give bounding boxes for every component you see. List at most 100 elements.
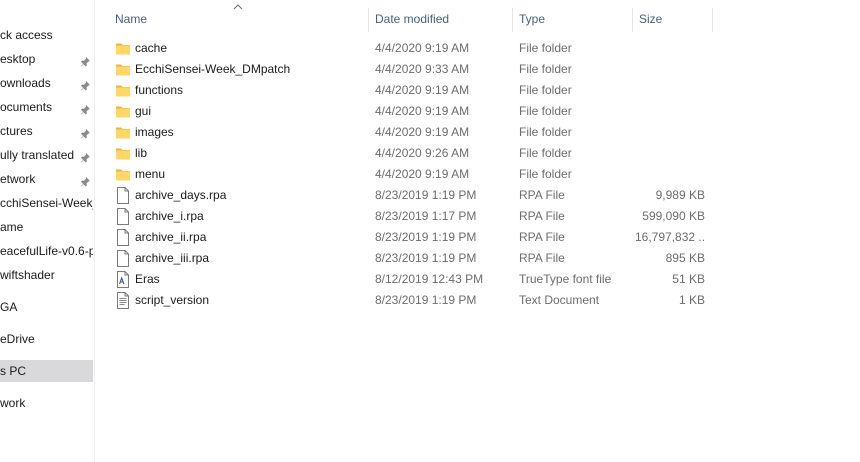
file-row[interactable]: gui 4/4/2020 9:19 AM File folder	[108, 101, 712, 122]
file-type: TrueType font file	[519, 272, 612, 286]
file-name: cache	[135, 41, 168, 55]
file-row[interactable]: lib 4/4/2020 9:26 AM File folder	[108, 143, 712, 164]
nav-item-label: s PC	[0, 364, 27, 378]
nav-item[interactable]: ownloads	[0, 72, 93, 94]
nav-item-label: ully translated	[0, 148, 75, 162]
file-date-modified: 8/23/2019 1:19 PM	[375, 230, 477, 244]
pin-icon	[80, 173, 91, 187]
file-row[interactable]: archive_iii.rpa 8/23/2019 1:19 PM RPA File…	[108, 248, 712, 269]
column-header-name[interactable]: Name	[115, 8, 147, 32]
nav-item-label: esktop	[0, 52, 36, 66]
file-name: script_version	[135, 293, 210, 307]
nav-item[interactable]: GA	[0, 296, 93, 318]
font-file-icon	[115, 271, 131, 288]
nav-item-label: ocuments	[0, 100, 53, 114]
file-name: archive_i.rpa	[135, 209, 204, 223]
nav-item[interactable]: ctures	[0, 120, 93, 142]
file-type: RPA File	[519, 209, 565, 223]
nav-item-label: GA	[0, 300, 18, 314]
pin-icon	[80, 101, 91, 115]
nav-item[interactable]: ully translated	[0, 144, 93, 166]
nav-item-label: etwork	[0, 172, 36, 186]
column-header-size[interactable]: Size	[639, 8, 662, 32]
nav-item[interactable]: eDrive	[0, 328, 93, 350]
file-name: functions	[135, 83, 184, 97]
column-divider[interactable]	[368, 8, 369, 32]
file-date-modified: 4/4/2020 9:33 AM	[375, 62, 470, 76]
nav-item[interactable]: ocuments	[0, 96, 93, 118]
column-divider[interactable]	[712, 8, 713, 32]
file-row[interactable]: cache 4/4/2020 9:19 AM File folder	[108, 38, 712, 59]
file-date-modified: 8/23/2019 1:19 PM	[375, 251, 477, 265]
nav-item-label: ctures	[0, 124, 33, 138]
column-header-type[interactable]: Type	[519, 8, 545, 32]
nav-item[interactable]: esktop	[0, 48, 93, 70]
file-date-modified: 8/12/2019 12:43 PM	[375, 272, 484, 286]
folder-icon	[115, 103, 131, 120]
file-row[interactable]: script_version 8/23/2019 1:19 PM Text Docu…	[108, 290, 712, 311]
file-name: images	[135, 125, 174, 139]
file-row[interactable]: functions 4/4/2020 9:19 AM File folder	[108, 80, 712, 101]
file-date-modified: 4/4/2020 9:19 AM	[375, 125, 470, 139]
folder-icon	[115, 40, 131, 57]
file-icon	[115, 229, 131, 246]
file-row[interactable]: archive_days.rpa 8/23/2019 1:19 PM RPA Fil…	[108, 185, 712, 206]
file-icon	[115, 187, 131, 204]
file-name: archive_days.rpa	[135, 188, 227, 202]
file-row[interactable]: menu 4/4/2020 9:19 AM File folder	[108, 164, 712, 185]
file-size: 51 KB	[672, 272, 705, 286]
nav-item-label: cchiSensei-Week_1	[0, 196, 93, 210]
file-size: 16,797,832 ...	[635, 230, 705, 244]
nav-item[interactable]: eacefulLife-v0.6-p	[0, 240, 93, 262]
nav-item[interactable]: s PC	[0, 360, 93, 382]
file-date-modified: 4/4/2020 9:19 AM	[375, 104, 470, 118]
column-divider[interactable]	[632, 8, 633, 32]
nav-item-label: eDrive	[0, 332, 35, 346]
file-name: EcchiSensei-Week_DMpatch	[135, 62, 291, 76]
file-size: 9,989 KB	[655, 188, 705, 202]
file-type: Text Document	[519, 293, 600, 307]
file-date-modified: 8/23/2019 1:19 PM	[375, 188, 477, 202]
file-type: File folder	[519, 83, 572, 97]
file-icon	[115, 208, 131, 225]
file-date-modified: 4/4/2020 9:19 AM	[375, 83, 470, 97]
nav-item[interactable]: etwork	[0, 168, 93, 190]
file-date-modified: 8/23/2019 1:19 PM	[375, 293, 477, 307]
file-row[interactable]: Eras 8/12/2019 12:43 PM TrueType font file…	[108, 269, 712, 290]
file-date-modified: 4/4/2020 9:19 AM	[375, 167, 470, 181]
pin-icon	[80, 77, 91, 91]
file-date-modified: 4/4/2020 9:19 AM	[375, 41, 470, 55]
nav-item-label: eacefulLife-v0.6-p	[0, 244, 93, 258]
file-row[interactable]: EcchiSensei-Week_DMpatch 4/4/2020 9:33 AM…	[108, 59, 712, 80]
file-size: 895 KB	[665, 251, 705, 265]
file-row[interactable]: archive_i.rpa 8/23/2019 1:17 PM RPA File 59…	[108, 206, 712, 227]
nav-item-label: ame	[0, 220, 24, 234]
nav-item-label: ck access	[0, 28, 53, 42]
file-row[interactable]: images 4/4/2020 9:19 AM File folder	[108, 122, 712, 143]
nav-item[interactable]: ame	[0, 216, 93, 238]
file-name: archive_iii.rpa	[135, 251, 210, 265]
file-icon	[115, 250, 131, 267]
folder-icon	[115, 145, 131, 162]
file-explorer: ck access esktop ownloads ocuments ctures ull…	[0, 0, 860, 462]
file-type: RPA File	[519, 230, 565, 244]
file-name: menu	[135, 167, 166, 181]
nav-item-label: work	[0, 396, 26, 410]
nav-item[interactable]: wiftshader	[0, 264, 93, 286]
nav-item[interactable]: work	[0, 392, 93, 414]
pin-icon	[80, 125, 91, 139]
column-header-date-modified[interactable]: Date modified	[375, 8, 449, 32]
file-name: Eras	[135, 272, 160, 286]
folder-icon	[115, 124, 131, 141]
file-type: File folder	[519, 62, 572, 76]
file-type: File folder	[519, 104, 572, 118]
nav-item[interactable]: ck access	[0, 24, 93, 46]
file-size: 1 KB	[678, 293, 705, 307]
pin-icon	[80, 149, 91, 163]
folder-icon	[115, 166, 131, 183]
file-type: File folder	[519, 125, 572, 139]
nav-item[interactable]: cchiSensei-Week_1	[0, 192, 93, 214]
file-row[interactable]: archive_ii.rpa 8/23/2019 1:19 PM RPA File 1…	[108, 227, 712, 248]
column-divider[interactable]	[512, 8, 513, 32]
file-date-modified: 8/23/2019 1:17 PM	[375, 209, 477, 223]
